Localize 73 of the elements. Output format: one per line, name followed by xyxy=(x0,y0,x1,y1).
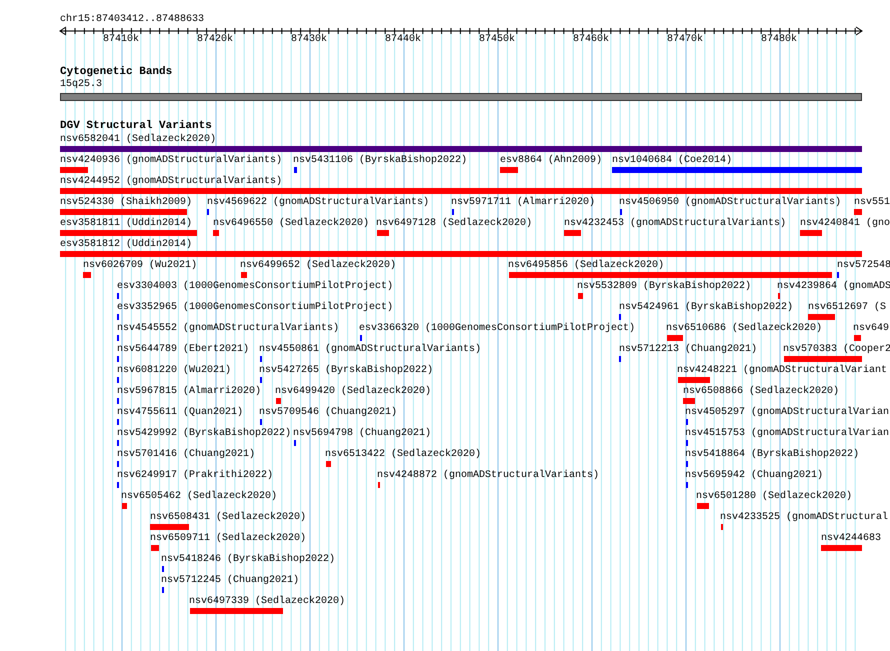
band-label: 15q25.3 xyxy=(60,79,102,91)
track-title: Cytogenetic Bands xyxy=(60,66,172,78)
feature-label: nsv4506950 (gnomADStructuralVariants) xyxy=(619,197,842,209)
feature-label: nsv6497128 (Sedlazeck2020) xyxy=(376,218,532,230)
feature-label: nsv5971711 (Almarri2020) xyxy=(451,197,596,209)
feature-label: nsv5709546 (Chuang2021) xyxy=(259,407,398,419)
feature-label: nsv6495856 (Sedlazeck2020) xyxy=(508,260,664,272)
feature-label: esv3366320 (1000GenomesConsortiumPilotProject) xyxy=(359,323,636,335)
feature-label: nsv5427265 (ByrskaBishop2022) xyxy=(259,365,434,377)
feature-label: nsv6497339 (Sedlazeck2020) xyxy=(189,596,346,608)
tick-label: 87470k xyxy=(667,34,704,46)
feature-label: nsv4550861 (gnomADStructuralVariants) xyxy=(259,344,482,356)
feature-label: nsv4233525 (gnomADStructural xyxy=(720,512,888,524)
feature-label: nsv6509711 (Sedlazeck2020) xyxy=(150,533,306,545)
feature-label: nsv4248872 (gnomADStructuralVariants) xyxy=(377,470,600,482)
feature-label: nsv6499652 (Sedlazeck2020) xyxy=(240,260,396,272)
feature-label: nsv4545552 (gnomADStructuralVariants) xyxy=(117,323,340,335)
region-label: chr15:87403412..87488633 xyxy=(60,14,204,26)
feature-label: nsv4505297 (gnomADStructuralVarian xyxy=(685,407,890,419)
feature-label: nsv5712245 (Chuang2021) xyxy=(161,575,300,587)
feature-label: nsv551 xyxy=(854,197,890,209)
feature-label: nsv5431106 (ByrskaBishop2022) xyxy=(293,155,468,167)
tick-label: 87410k xyxy=(103,34,140,46)
tick-label: 87420k xyxy=(197,34,234,46)
feature-label: nsv524330 (Shaikh2009) xyxy=(60,197,192,209)
feature-label: nsv5424961 (ByrskaBishop2022) xyxy=(619,302,794,314)
feature-label: nsv5644789 (Ebert2021) xyxy=(117,344,250,356)
feature-label: nsv5429992 (ByrskaBishop2022) xyxy=(117,428,292,440)
tick-label: 87430k xyxy=(291,34,328,46)
feature-label: esv3352965 (1000GenomesConsortiumPilotProject) xyxy=(117,302,394,314)
feature-label: nsv4755611 (Quan2021) xyxy=(117,407,244,419)
feature-label: esv3304003 (1000GenomesConsortiumPilotProject) xyxy=(117,281,394,293)
feature-label: nsv6026709 (Wu2021) xyxy=(83,260,198,272)
tick-label: 87460k xyxy=(573,34,610,46)
feature-label: esv8864 (Ahn2009) xyxy=(500,155,602,167)
feature-label: nsv4248221 (gnomADStructuralVariant xyxy=(677,365,888,377)
tick-label: 87450k xyxy=(479,34,516,46)
feature-label: nsv572548 xyxy=(837,260,890,272)
tick-label: 87480k xyxy=(761,34,798,46)
feature-label: nsv6249917 (Prakrithi2022) xyxy=(117,470,274,482)
feature-label: nsv5967815 (Almarri2020) xyxy=(117,386,262,398)
feature-label: esv3581812 (Uddin2014) xyxy=(60,239,192,251)
feature-label: nsv1040684 (Coe2014) xyxy=(612,155,732,167)
feature-label: nsv6508431 (Sedlazeck2020) xyxy=(150,512,306,524)
feature-label: nsv4244683 xyxy=(821,533,882,545)
feature-label: nsv4232453 (gnomADStructuralVariants) xyxy=(564,218,786,230)
feature-label: nsv6499420 (Sedlazeck2020) xyxy=(275,386,432,398)
tick-label: 87440k xyxy=(385,34,422,46)
feature-label: nsv6513422 (Sedlazeck2020) xyxy=(325,449,482,461)
feature-label: nsv570383 (Cooper2 xyxy=(783,344,890,356)
feature-label: nsv6512697 (S xyxy=(808,302,886,314)
feature-label: nsv6505462 (Sedlazeck2020) xyxy=(121,491,278,503)
feature-label: nsv5532809 (ByrskaBishop2022) xyxy=(577,281,752,293)
feature-label: nsv5701416 (Chuang2021) xyxy=(117,449,256,461)
feature-label: nsv5418864 (ByrskaBishop2022) xyxy=(685,449,860,461)
feature-label: nsv6510686 (Sedlazeck2020) xyxy=(666,323,822,335)
feature-label: nsv4240841 (gno xyxy=(800,218,890,230)
feature-label: nsv6496550 (Sedlazeck2020) xyxy=(213,218,370,230)
feature-label: nsv5695942 (Chuang2021) xyxy=(685,470,824,482)
feature-label: nsv6501280 (Sedlazeck2020) xyxy=(696,491,852,503)
feature-label: nsv6582041 (Sedlazeck2020) xyxy=(60,134,216,146)
feature-label: nsv5694798 (Chuang2021) xyxy=(293,428,432,440)
feature-label: nsv6508866 (Sedlazeck2020) xyxy=(683,386,840,398)
feature-label: nsv5418246 (ByrskaBishop2022) xyxy=(161,554,336,566)
feature-label: nsv4244952 (gnomADStructuralVariants) xyxy=(60,176,282,188)
feature-label: nsv4515753 (gnomADStructuralVarian xyxy=(685,428,890,440)
feature-label: nsv4240936 (gnomADStructuralVariants) xyxy=(60,155,282,167)
feature-label: nsv6081220 (Wu2021) xyxy=(117,365,232,377)
track-title: DGV Structural Variants xyxy=(60,120,212,132)
feature-label: nsv649 xyxy=(853,323,890,335)
feature-label: esv3581811 (Uddin2014) xyxy=(60,218,192,230)
feature-label: nsv4569622 (gnomADStructuralVariants) xyxy=(207,197,430,209)
feature-label: nsv5712213 (Chuang2021) xyxy=(619,344,758,356)
